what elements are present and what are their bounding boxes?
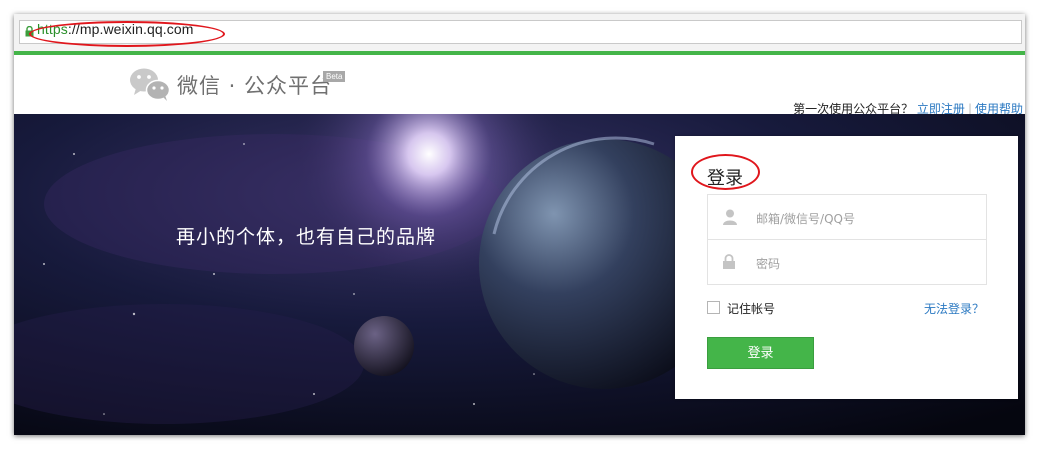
address-bar: https://mp.weixin.qq.com — [14, 14, 1025, 55]
login-panel: 登录 邮箱/微信号/QQ号 密码 记住帐号 无法登录？ 登录 — [675, 136, 1018, 399]
remember-label[interactable]: 记住帐号 — [727, 300, 775, 317]
password-placeholder: 密码 — [756, 257, 781, 271]
password-input[interactable]: 密码 — [707, 239, 987, 285]
title-annotation-ellipse — [691, 154, 760, 190]
wechat-logo-icon — [130, 68, 171, 101]
cannot-login-link[interactable]: 无法登录？ — [924, 300, 984, 317]
url-annotation-ellipse — [29, 21, 225, 47]
beta-badge: Beta — [323, 71, 346, 82]
login-button[interactable]: 登录 — [707, 337, 814, 369]
account-placeholder: 邮箱/微信号/QQ号 — [756, 212, 855, 226]
user-icon — [723, 209, 737, 225]
remember-checkbox[interactable] — [707, 301, 720, 314]
lock-icon — [723, 254, 735, 269]
browser-window: https://mp.weixin.qq.com 微信 · 公众平台 Beta … — [14, 14, 1025, 435]
account-input[interactable]: 邮箱/微信号/QQ号 — [707, 194, 987, 240]
site-logo-text[interactable]: 微信 · 公众平台 — [177, 70, 332, 100]
site-header: 微信 · 公众平台 Beta 第一次使用公众平台？ 立即注册 | 使用帮助 — [14, 55, 1025, 116]
banner-slogan: 再小的个体，也有自己的品牌 — [176, 226, 437, 248]
